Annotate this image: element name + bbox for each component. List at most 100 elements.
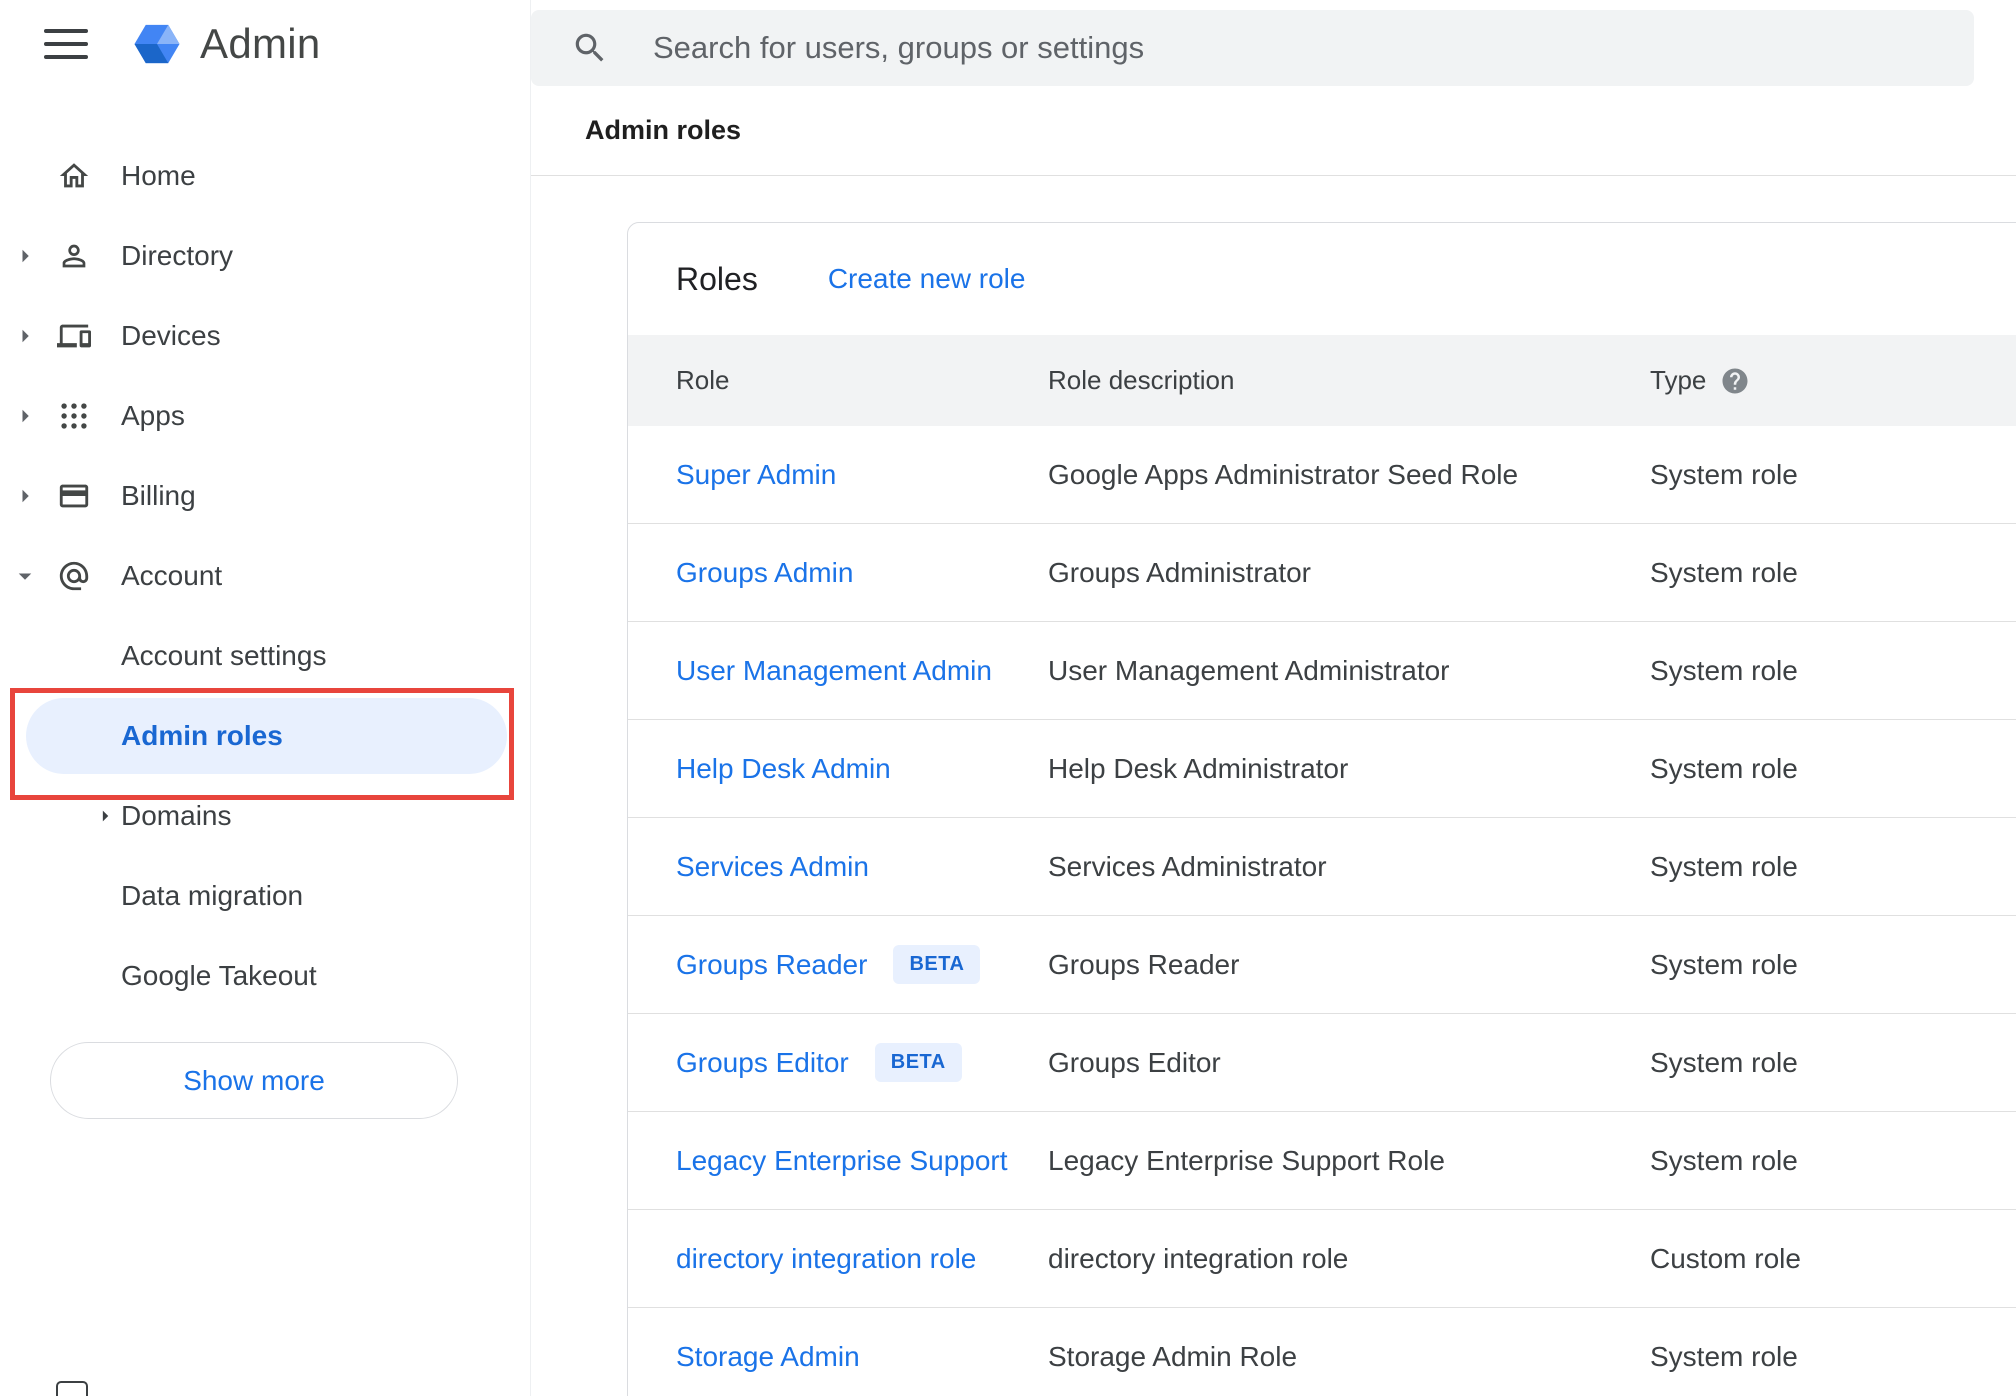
role-type-cell: System role (1650, 752, 1798, 784)
expand-right-icon (0, 456, 50, 536)
sidebar-item-account-settings[interactable]: Account settings (0, 616, 530, 696)
create-new-role-link[interactable]: Create new role (828, 263, 1026, 295)
table-row: Groups Editor BETA Groups Editor System rol… (628, 1014, 2016, 1112)
sidebar-subnav: Account settings Admin roles Domains Data m… (0, 616, 530, 1016)
role-type-cell: System role (1650, 1340, 1798, 1372)
role-description-cell: Storage Admin Role (1048, 1340, 1298, 1372)
expand-right-icon (0, 296, 50, 376)
breadcrumb: Admin roles (585, 115, 742, 145)
role-cell: Help Desk Admin (676, 753, 1048, 785)
card-title: Roles (676, 260, 758, 297)
column-header-type: Type (1650, 365, 1707, 395)
roles-card: Roles Create new role Role Role descript… (627, 222, 2016, 1396)
table-row: Groups Reader BETA Groups Reader System rol… (628, 916, 2016, 1014)
sidebar-item-label: Account settings (121, 640, 327, 671)
role-description-cell: Help Desk Administrator (1048, 752, 1349, 784)
sidebar-item-label: Google Takeout (121, 960, 317, 991)
collapse-down-icon (0, 536, 50, 616)
role-link[interactable]: Legacy Enterprise Support (676, 1145, 1008, 1177)
role-description-cell: Google Apps Administrator Seed Role (1048, 458, 1519, 490)
sidebar-header: Admin (0, 0, 530, 88)
role-description-cell: Groups Editor (1048, 1046, 1221, 1078)
show-more-button[interactable]: Show more (50, 1042, 458, 1119)
beta-badge: BETA (893, 945, 981, 984)
role-cell: Services Admin (676, 851, 1048, 883)
role-description-cell: User Management Administrator (1048, 654, 1450, 686)
role-cell: Legacy Enterprise Support (676, 1145, 1048, 1177)
role-description-cell: Groups Reader (1048, 948, 1240, 980)
role-type-cell: System role (1650, 458, 1798, 490)
role-link[interactable]: Services Admin (676, 851, 869, 883)
expand-right-icon (0, 216, 50, 296)
table-row: Help Desk Admin Help Desk Administrator Sy… (628, 720, 2016, 818)
role-cell: Storage Admin (676, 1341, 1048, 1373)
role-cell: Groups Admin (676, 557, 1048, 589)
role-link[interactable]: Groups Reader (676, 949, 867, 981)
sidebar-item-label: Data migration (121, 880, 304, 911)
table-row: Legacy Enterprise Support Legacy Enterpri… (628, 1112, 2016, 1210)
role-description-cell: Services Administrator (1048, 850, 1327, 882)
roles-card-header: Roles Create new role (628, 223, 2016, 335)
admin-logo-icon (130, 17, 184, 71)
role-description-cell: directory integration role (1048, 1242, 1349, 1274)
sidebar-item-admin-roles[interactable]: Admin roles (26, 698, 507, 774)
table-row: Storage Admin Storage Admin Role System ro… (628, 1308, 2016, 1396)
table-header-row: Role Role description Type (628, 335, 2016, 426)
role-description-cell: Legacy Enterprise Support Role (1048, 1144, 1445, 1176)
table-row: User Management Admin User Management Adm… (628, 622, 2016, 720)
sidebar-item-directory[interactable]: Directory (0, 216, 530, 296)
sidebar-nav: Home Directory Devices Apps Billing Account (0, 136, 530, 616)
sidebar-item-label: Admin roles (121, 720, 283, 751)
role-cell: Super Admin (676, 459, 1048, 491)
expand-right-icon (0, 376, 50, 456)
role-cell: User Management Admin (676, 655, 1048, 687)
search-icon (571, 29, 609, 67)
column-header-description: Role description (1048, 365, 1235, 395)
role-type-cell: System role (1650, 654, 1798, 686)
help-icon[interactable] (1720, 366, 1750, 396)
sidebar-item-devices[interactable]: Devices (0, 296, 530, 376)
chevron-placeholder (0, 136, 50, 216)
sidebar-item-google-takeout[interactable]: Google Takeout (0, 936, 530, 1016)
role-link[interactable]: directory integration role (676, 1243, 976, 1275)
table-body: Super Admin Google Apps Administrator See… (628, 426, 2016, 1396)
main-content: Admin roles Roles Create new role Role R… (531, 0, 2016, 1396)
role-type-cell: System role (1650, 850, 1798, 882)
apps-icon (57, 399, 91, 433)
sidebar-item-apps[interactable]: Apps (0, 376, 530, 456)
search-input[interactable] (653, 30, 1853, 66)
sidebar-item-domains[interactable]: Domains (0, 776, 530, 856)
role-description-cell: Groups Administrator (1048, 556, 1311, 588)
role-link[interactable]: Super Admin (676, 459, 836, 491)
sidebar-item-data-migration[interactable]: Data migration (0, 856, 530, 936)
table-row: Super Admin Google Apps Administrator See… (628, 426, 2016, 524)
role-link[interactable]: Storage Admin (676, 1341, 860, 1373)
person-icon (57, 239, 91, 273)
column-header-role: Role (676, 365, 730, 395)
sidebar-item-billing[interactable]: Billing (0, 456, 530, 536)
at-icon (57, 559, 91, 593)
sidebar-item-label: Domains (121, 800, 232, 831)
sidebar: Admin Home Directory Devices Apps Billing Acc… (0, 0, 531, 1396)
role-link[interactable]: User Management Admin (676, 655, 992, 687)
sidebar-item-label: Billing (121, 480, 196, 511)
sidebar-item-account[interactable]: Account (0, 536, 530, 616)
home-icon (57, 159, 91, 193)
table-row: directory integration role directory inte… (628, 1210, 2016, 1308)
role-type-cell: System role (1650, 1046, 1798, 1078)
menu-icon[interactable] (44, 27, 90, 61)
role-cell: directory integration role (676, 1243, 1048, 1275)
sidebar-item-home[interactable]: Home (0, 136, 530, 216)
beta-badge: BETA (874, 1043, 962, 1082)
feedback-icon[interactable] (55, 1380, 89, 1396)
search-bar[interactable] (531, 10, 1974, 86)
devices-icon (57, 319, 91, 353)
sidebar-item-label: Account (121, 560, 223, 591)
sidebar-item-label: Apps (121, 400, 185, 431)
role-link[interactable]: Groups Editor (676, 1047, 849, 1079)
sidebar-item-label: Devices (121, 320, 221, 351)
header-divider (531, 175, 2016, 176)
role-link[interactable]: Groups Admin (676, 557, 853, 589)
role-link[interactable]: Help Desk Admin (676, 753, 891, 785)
table-row: Services Admin Services Administrator Syst… (628, 818, 2016, 916)
